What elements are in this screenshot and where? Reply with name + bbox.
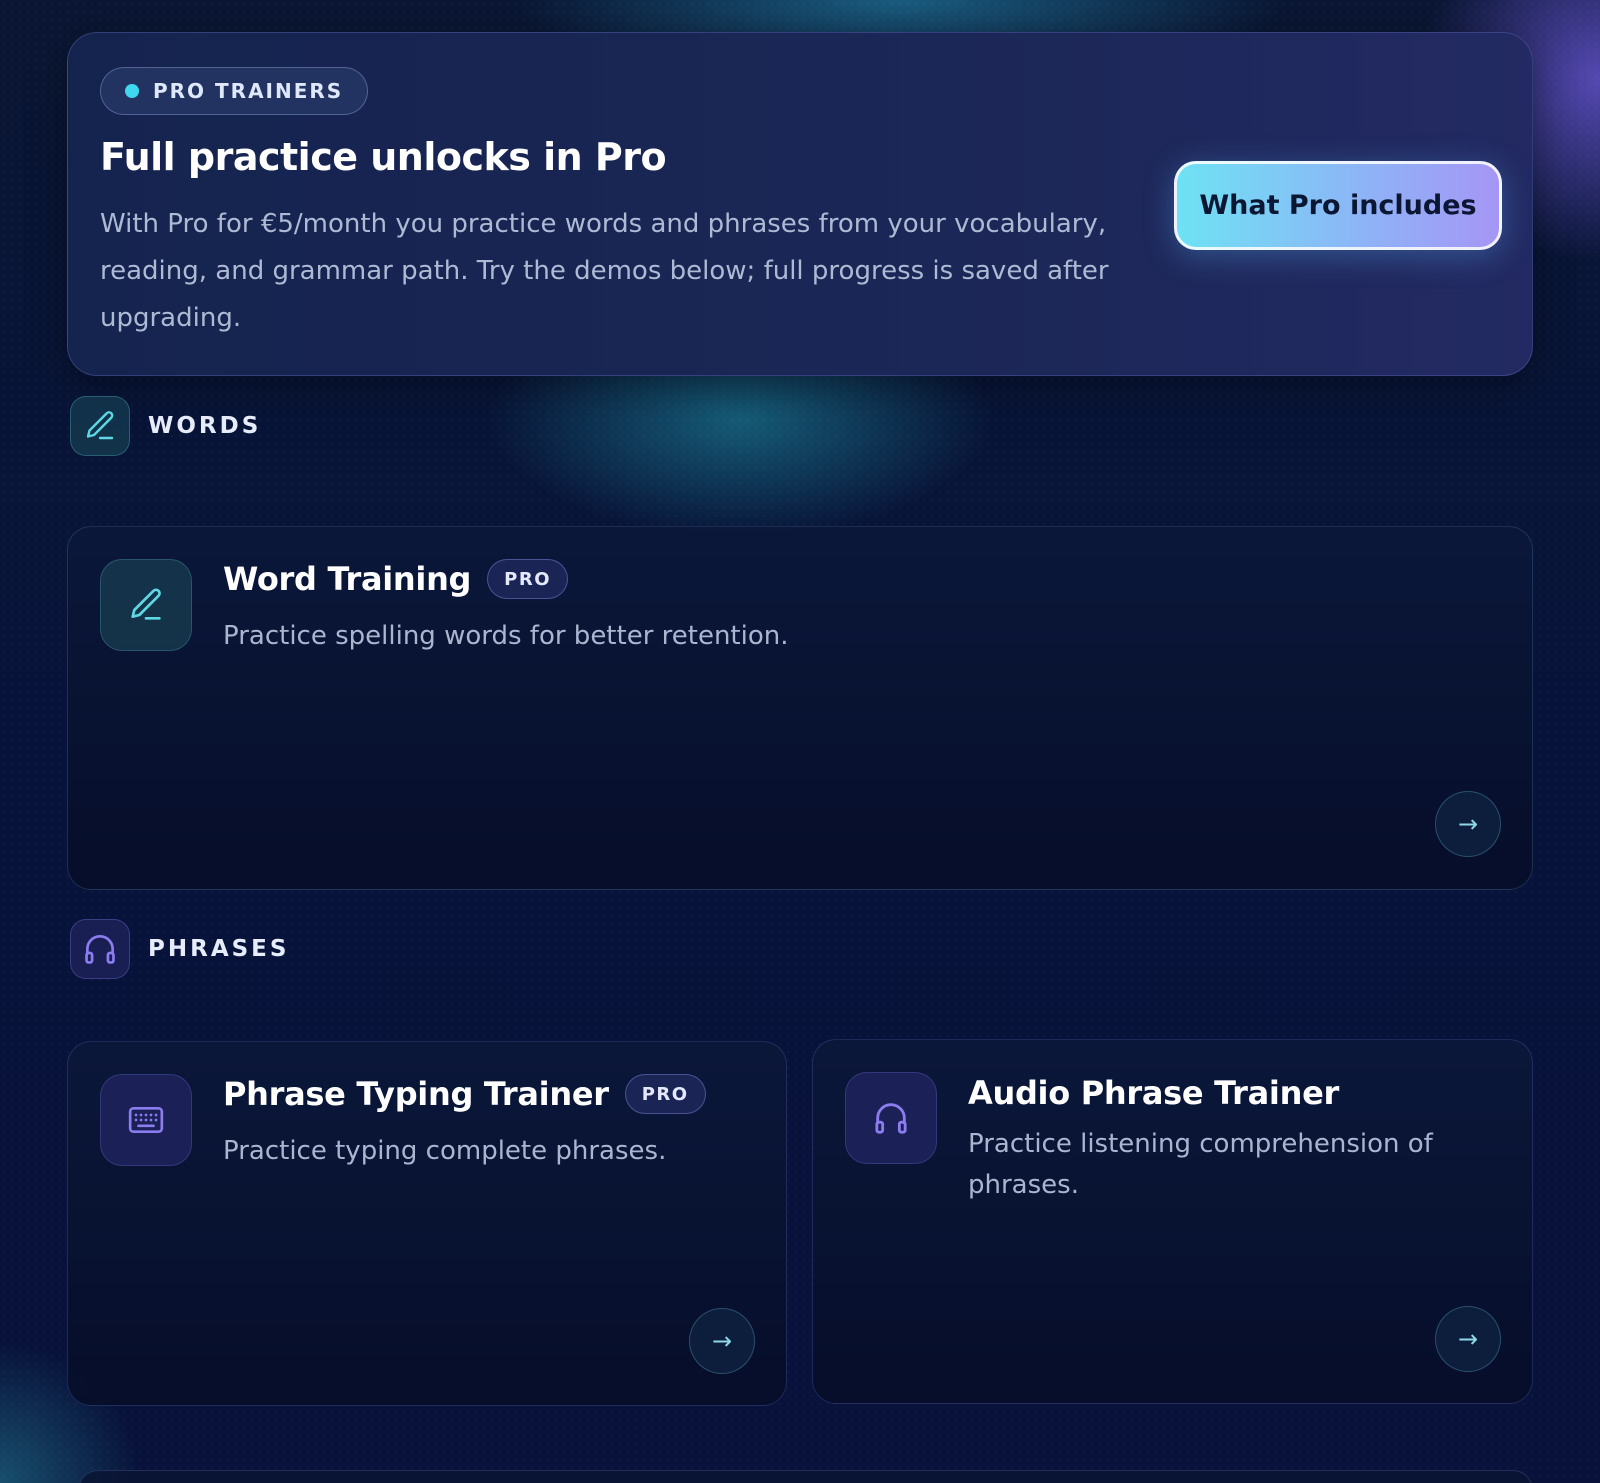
section-header-words: WORDS — [70, 396, 261, 456]
pencil-icon — [100, 559, 192, 651]
keyboard-icon — [100, 1074, 192, 1166]
pro-badge: PRO — [487, 559, 569, 599]
card-title-row: Audio Phrase Trainer — [968, 1074, 1339, 1112]
card-title: Word Training — [223, 560, 472, 598]
card-title-row: Word Training PRO — [223, 559, 569, 599]
card-description: Practice listening comprehension of phra… — [968, 1129, 1433, 1200]
card-description: Practice spelling words for better reten… — [223, 621, 789, 651]
badge-label: PRO TRAINERS — [153, 79, 344, 103]
hero-description: With Pro for €5/month you practice words… — [100, 209, 1109, 333]
card-word-training[interactable]: Word Training PRO Practice spelling word… — [67, 526, 1533, 890]
what-pro-includes-button[interactable]: What Pro includes — [1174, 161, 1502, 250]
pro-badge: PRO — [624, 1074, 706, 1114]
pro-trainers-badge: PRO TRAINERS — [100, 67, 369, 115]
arrow-right-icon[interactable]: → — [1435, 791, 1501, 857]
card-title-row: Phrase Typing Trainer PRO — [223, 1074, 706, 1114]
card-title: Audio Phrase Trainer — [968, 1074, 1339, 1112]
section-header-phrases: PHRASES — [70, 919, 289, 979]
hero-title: Full practice unlocks in Pro — [100, 135, 667, 179]
headphones-icon — [845, 1072, 937, 1164]
pencil-icon — [70, 396, 130, 456]
headphones-icon — [70, 919, 130, 979]
card-title: Phrase Typing Trainer — [223, 1075, 609, 1113]
next-card-edge — [78, 1470, 1533, 1483]
card-description: Practice typing complete phrases. — [223, 1136, 667, 1166]
badge-dot-icon — [125, 84, 139, 98]
section-label-phrases: PHRASES — [148, 936, 290, 962]
card-audio-phrase-trainer[interactable]: Audio Phrase Trainer Practice listening … — [812, 1039, 1533, 1404]
pro-hero-banner: PRO TRAINERS Full practice unlocks in Pr… — [67, 32, 1533, 376]
arrow-right-icon[interactable]: → — [689, 1308, 755, 1374]
card-phrase-typing-trainer[interactable]: Phrase Typing Trainer PRO Practice typin… — [67, 1041, 787, 1406]
section-label-words: WORDS — [148, 413, 262, 439]
arrow-right-icon[interactable]: → — [1435, 1306, 1501, 1372]
